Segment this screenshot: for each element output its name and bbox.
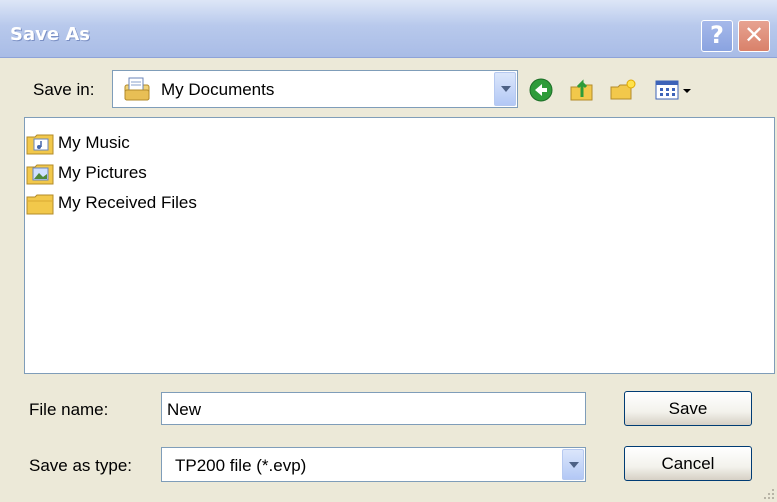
music-folder-icon — [26, 134, 54, 155]
file-name-value: New — [167, 400, 202, 419]
close-icon: ✕ — [743, 21, 765, 49]
file-list[interactable]: My Music My Pictures My Received Files — [24, 117, 775, 374]
save-as-type-label: Save as type: — [29, 456, 133, 475]
new-folder-icon[interactable] — [609, 77, 637, 103]
chevron-down-icon[interactable] — [562, 449, 584, 480]
save-button[interactable]: Save — [624, 391, 752, 426]
close-button[interactable]: ✕ — [738, 20, 770, 52]
view-menu-icon[interactable] — [654, 77, 694, 103]
file-name: My Pictures — [58, 163, 147, 182]
save-in-dropdown[interactable]: My Documents — [112, 70, 518, 108]
file-name: My Music — [58, 133, 130, 152]
window-title: Save As — [10, 24, 90, 45]
file-name: My Received Files — [58, 193, 197, 212]
resize-grip-icon[interactable] — [763, 488, 775, 500]
up-folder-icon[interactable] — [568, 77, 596, 103]
cancel-button[interactable]: Cancel — [624, 446, 752, 481]
save-as-type-dropdown[interactable]: TP200 file (*.evp) — [161, 447, 586, 482]
file-name-input[interactable]: New — [161, 392, 586, 425]
chevron-down-icon[interactable] — [494, 72, 516, 106]
pictures-folder-icon — [26, 164, 54, 185]
save-as-type-value: TP200 file (*.evp) — [175, 456, 307, 475]
title-bar[interactable]: Save As ? ✕ — [0, 0, 777, 58]
help-button[interactable]: ? — [701, 20, 733, 52]
save-in-label: Save in: — [33, 80, 95, 99]
save-in-value: My Documents — [161, 80, 275, 99]
help-icon: ? — [710, 21, 724, 49]
file-name-label: File name: — [29, 400, 109, 419]
back-icon[interactable] — [528, 77, 556, 103]
my-documents-icon — [124, 77, 150, 101]
folder-icon — [26, 194, 54, 215]
